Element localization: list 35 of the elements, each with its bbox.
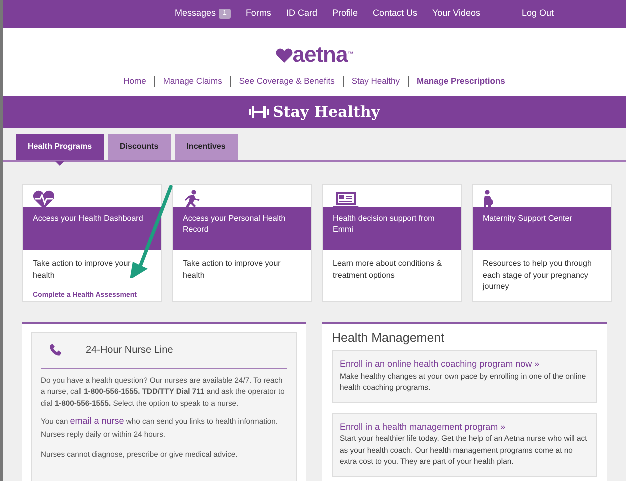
nurse-line-title: 24-Hour Nurse Line: [86, 344, 174, 358]
heart-icon: [276, 48, 293, 62]
section-title: Health Management: [331, 330, 446, 347]
top-nav-link[interactable]: Profile: [332, 7, 358, 21]
card-description: Learn more about conditions & treatment options: [332, 258, 443, 282]
card-description: Take action to improve your health: [32, 258, 132, 282]
top-nav-link[interactable]: Contact Us: [372, 7, 418, 21]
active-tab-pointer: [55, 161, 66, 166]
card-description: Resources to help you through each stage of your pregnancy journey: [482, 258, 593, 293]
logo-text: aetna: [292, 44, 348, 66]
top-nav-link[interactable]: Forms: [246, 7, 272, 21]
dumbbell-icon: [248, 106, 269, 118]
email-nurse-link[interactable]: email a nurse: [70, 416, 124, 426]
tab[interactable]: Incentives: [174, 134, 238, 160]
main-nav-link[interactable]: See Coverage & Benefits: [239, 75, 335, 88]
tab[interactable]: Health Programs: [16, 134, 104, 160]
top-nav-link[interactable]: Your Videos: [432, 7, 481, 21]
laptop-icon: [333, 190, 359, 209]
pregnant-figure-icon: [483, 190, 495, 210]
logout-link[interactable]: Log Out: [522, 7, 554, 21]
card-title[interactable]: Health decision support from Emmi: [323, 207, 461, 250]
runner-icon: [183, 190, 201, 210]
top-nav-link[interactable]: ID Card: [286, 7, 318, 21]
tab[interactable]: Discounts: [108, 134, 171, 160]
banner-title: Stay Healthy: [272, 102, 380, 123]
main-nav-link[interactable]: Home: [124, 75, 146, 88]
phone-icon: [49, 344, 62, 357]
card-description: Take action to improve your health: [182, 258, 282, 282]
program-link[interactable]: Enroll in a health management program »: [340, 420, 506, 434]
main-nav-link[interactable]: Manage Prescriptions: [417, 75, 506, 88]
card-title[interactable]: Maternity Support Center: [473, 207, 611, 250]
card-title[interactable]: Access your Personal Health Record: [173, 207, 311, 250]
program-link[interactable]: Enroll in an online health coaching program now »: [340, 358, 540, 371]
main-nav-link[interactable]: Manage Claims: [163, 75, 222, 88]
main-nav-link[interactable]: Stay Healthy: [352, 75, 400, 88]
